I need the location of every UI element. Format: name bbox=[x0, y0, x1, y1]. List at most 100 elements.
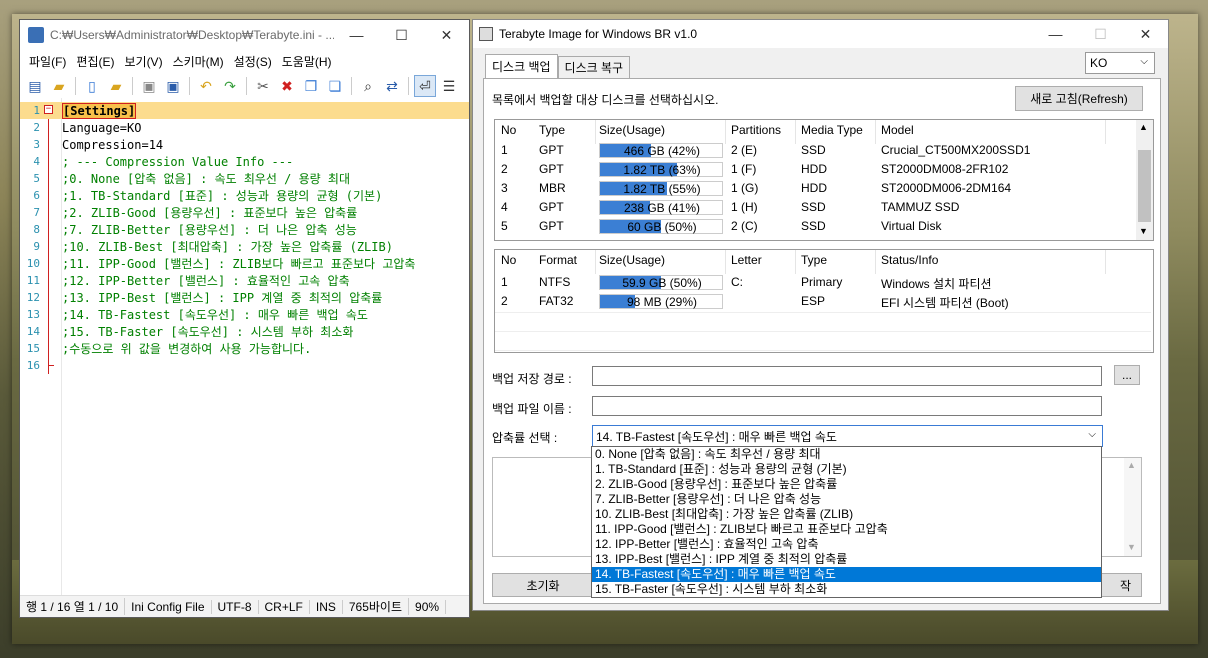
dropdown-option[interactable]: 11. IPP-Good [밸런스] : ZLIB보다 빠르고 표준보다 고압축 bbox=[592, 522, 1101, 537]
dropdown-option[interactable]: 1. TB-Standard [표준] : 성능과 용량의 균형 (기본) bbox=[592, 462, 1101, 477]
redo-icon[interactable]: ↷ bbox=[219, 75, 241, 97]
delete-icon[interactable]: ✖ bbox=[276, 75, 298, 97]
column-header[interactable]: No bbox=[501, 123, 516, 137]
log-scrollbar[interactable]: ▲ ▼ bbox=[1124, 458, 1141, 556]
menu-item[interactable]: 설정(S) bbox=[229, 53, 277, 70]
undo-icon[interactable]: ↶ bbox=[195, 75, 217, 97]
cut-icon[interactable]: ✂ bbox=[252, 75, 274, 97]
column-header[interactable]: Letter bbox=[731, 253, 762, 267]
status-field: 765바이트 bbox=[343, 598, 410, 615]
save-as-icon[interactable]: ▣ bbox=[162, 75, 184, 97]
save-icon[interactable]: ▣ bbox=[138, 75, 160, 97]
disk-scrollbar[interactable]: ▲ ▼ bbox=[1136, 120, 1153, 240]
status-field: 90% bbox=[409, 599, 447, 614]
dropdown-option[interactable]: 2. ZLIB-Good [용량우선] : 표준보다 높은 압축률 bbox=[592, 477, 1101, 492]
menu-item[interactable]: 보기(V) bbox=[119, 53, 167, 70]
partition-row[interactable]: 1 NTFS 59.9 GB (50%) C: Primary Windows 설치 파티… bbox=[495, 273, 1151, 292]
line-number: 16 bbox=[26, 359, 40, 372]
menu-item[interactable]: 스키마(M) bbox=[168, 53, 229, 70]
line-number: 6 bbox=[33, 189, 40, 202]
column-header[interactable]: Type bbox=[539, 123, 565, 137]
reset-button[interactable]: 초기화 bbox=[492, 573, 594, 597]
tab-bar: 디스크 백업 디스크 복구 bbox=[485, 54, 631, 78]
dropdown-option[interactable]: 7. ZLIB-Better [용량우선] : 더 나은 압축 성능 bbox=[592, 492, 1101, 507]
find-icon[interactable]: ⌕ bbox=[357, 75, 379, 97]
tbi-title: Terabyte Image for Windows BR v1.0 bbox=[499, 27, 698, 41]
tbi-close-button[interactable]: ✕ bbox=[1123, 19, 1168, 49]
notepad-menubar: 파일(F) 편집(E) 보기(V) 스키마(M) 설정(S) 도움말(H) bbox=[20, 50, 469, 72]
notepad-titlebar[interactable]: C:₩Users₩Administrator₩Desktop₩Terabyte.… bbox=[20, 20, 469, 50]
usage-bar: 98 MB (29%) bbox=[599, 294, 723, 309]
editor-area[interactable]: 1− [Settings] 2 Language=KO 3 Compression=14 4… bbox=[20, 98, 469, 595]
column-header[interactable]: Type bbox=[801, 253, 827, 267]
list-icon[interactable]: ☰ bbox=[438, 75, 460, 97]
instruction-text: 목록에서 백업할 대상 디스크를 선택하십시오. bbox=[492, 93, 719, 107]
copy-icon[interactable]: ❐ bbox=[300, 75, 322, 97]
partition-row[interactable]: 2 FAT32 98 MB (29%) ESP EFI 시스템 파티션 (Boot) bbox=[495, 292, 1151, 311]
disk-cell: GPT bbox=[539, 143, 564, 157]
column-header[interactable]: Size(Usage) bbox=[599, 253, 665, 267]
disk-cell: 2 (E) bbox=[731, 143, 758, 157]
column-header[interactable]: Format bbox=[539, 253, 577, 267]
status-field: UTF-8 bbox=[212, 599, 259, 614]
compression-label: 압축률 선택 : bbox=[492, 431, 558, 445]
menu-item[interactable]: 파일(F) bbox=[24, 53, 71, 70]
line-number: 11 bbox=[26, 274, 40, 287]
open-file-icon[interactable]: ▰ bbox=[105, 75, 127, 97]
dropdown-option[interactable]: 10. ZLIB-Best [최대압축] : 가장 높은 압축률 (ZLIB) bbox=[592, 507, 1101, 522]
language-select[interactable]: KO ⌵ bbox=[1085, 52, 1155, 74]
disk-cell: 2 bbox=[501, 162, 508, 176]
disk-table[interactable]: ▲ ▼ No Type Size(Usage) Partitions Media Typ… bbox=[494, 119, 1154, 241]
disk-row[interactable]: 1 GPT 466 GB (42%) 2 (E) SSD Crucial_CT500MX2… bbox=[495, 141, 1135, 160]
paste-icon[interactable]: ❏ bbox=[324, 75, 346, 97]
open-folder-icon[interactable]: ▰ bbox=[48, 75, 70, 97]
disk-scroll-thumb[interactable] bbox=[1138, 150, 1151, 222]
new-icon[interactable]: ▤ bbox=[24, 75, 46, 97]
minimize-button[interactable]: — bbox=[334, 20, 379, 50]
menu-item[interactable]: 도움말(H) bbox=[277, 53, 337, 70]
partition-cell: NTFS bbox=[539, 275, 571, 289]
column-header[interactable]: Status/Info bbox=[881, 253, 938, 267]
column-divider bbox=[875, 250, 876, 274]
tbi-maximize-button[interactable]: ☐ bbox=[1078, 19, 1123, 49]
tbi-minimize-button[interactable]: — bbox=[1033, 19, 1078, 49]
tbi-titlebar[interactable]: Terabyte Image for Windows BR v1.0 — ☐ ✕ bbox=[473, 20, 1168, 48]
new-file-icon[interactable]: ▯ bbox=[81, 75, 103, 97]
disk-row[interactable]: 4 GPT 238 GB (41%) 1 (H) SSD TAMMUZ SSD bbox=[495, 198, 1135, 217]
tab-backup[interactable]: 디스크 백업 bbox=[485, 54, 558, 78]
dropdown-option[interactable]: 12. IPP-Better [밸런스] : 효율적인 고속 압축 bbox=[592, 537, 1101, 552]
disk-row[interactable]: 2 GPT 1.82 TB (63%) 1 (F) HDD ST2000DM008-2FR… bbox=[495, 160, 1135, 179]
replace-icon[interactable]: ⇄ bbox=[381, 75, 403, 97]
column-header[interactable]: No bbox=[501, 253, 516, 267]
disk-cell: 5 bbox=[501, 219, 508, 233]
menu-item[interactable]: 편집(E) bbox=[71, 53, 119, 70]
scroll-up-icon[interactable]: ▲ bbox=[1139, 122, 1148, 132]
column-header[interactable]: Size(Usage) bbox=[599, 123, 665, 137]
fold-marker bbox=[40, 357, 62, 374]
dropdown-option[interactable]: 14. TB-Fastest [속도우선] : 매우 빠른 백업 속도 bbox=[592, 567, 1101, 582]
disk-cell: 1 bbox=[501, 143, 508, 157]
dropdown-option[interactable]: 15. TB-Faster [속도우선] : 시스템 부하 최소화 bbox=[592, 582, 1101, 597]
refresh-button[interactable]: 새로 고침(Refresh) bbox=[1015, 86, 1143, 111]
disk-row[interactable]: 5 GPT 60 GB (50%) 2 (C) SSD Virtual Disk bbox=[495, 217, 1135, 236]
scroll-down-icon[interactable]: ▼ bbox=[1139, 226, 1148, 236]
browse-button[interactable]: ... bbox=[1114, 365, 1140, 385]
fold-marker bbox=[40, 306, 62, 323]
maximize-button[interactable]: ☐ bbox=[379, 20, 424, 50]
disk-row[interactable]: 3 MBR 1.82 TB (55%) 1 (G) HDD ST2000DM006-2DM… bbox=[495, 179, 1135, 198]
tab-restore[interactable]: 디스크 복구 bbox=[557, 56, 631, 78]
close-button[interactable]: ✕ bbox=[424, 20, 469, 50]
dropdown-option[interactable]: 0. None [압축 없음] : 속도 최우선 / 용량 최대 bbox=[592, 447, 1101, 462]
column-header[interactable]: Model bbox=[881, 123, 914, 137]
backup-filename-input[interactable] bbox=[592, 396, 1102, 416]
backup-path-input[interactable] bbox=[592, 366, 1102, 386]
column-header[interactable]: Partitions bbox=[731, 123, 781, 137]
size-text: 1.82 TB (63%) bbox=[623, 163, 701, 177]
dropdown-option[interactable]: 13. IPP-Best [밸런스] : IPP 계열 중 최적의 압축률 bbox=[592, 552, 1101, 567]
wordwrap-icon[interactable]: ⏎ bbox=[414, 75, 436, 97]
partition-table[interactable]: No Format Size(Usage) Letter Type Status/Info… bbox=[494, 249, 1154, 353]
column-header[interactable]: Media Type bbox=[801, 123, 863, 137]
compression-select[interactable]: 14. TB-Fastest [속도우선] : 매우 빠른 백업 속도 ⌵ bbox=[592, 425, 1103, 447]
compression-dropdown-list[interactable]: 0. None [압축 없음] : 속도 최우선 / 용량 최대 1. TB-St… bbox=[591, 446, 1102, 598]
disk-cell: SSD bbox=[801, 143, 826, 157]
